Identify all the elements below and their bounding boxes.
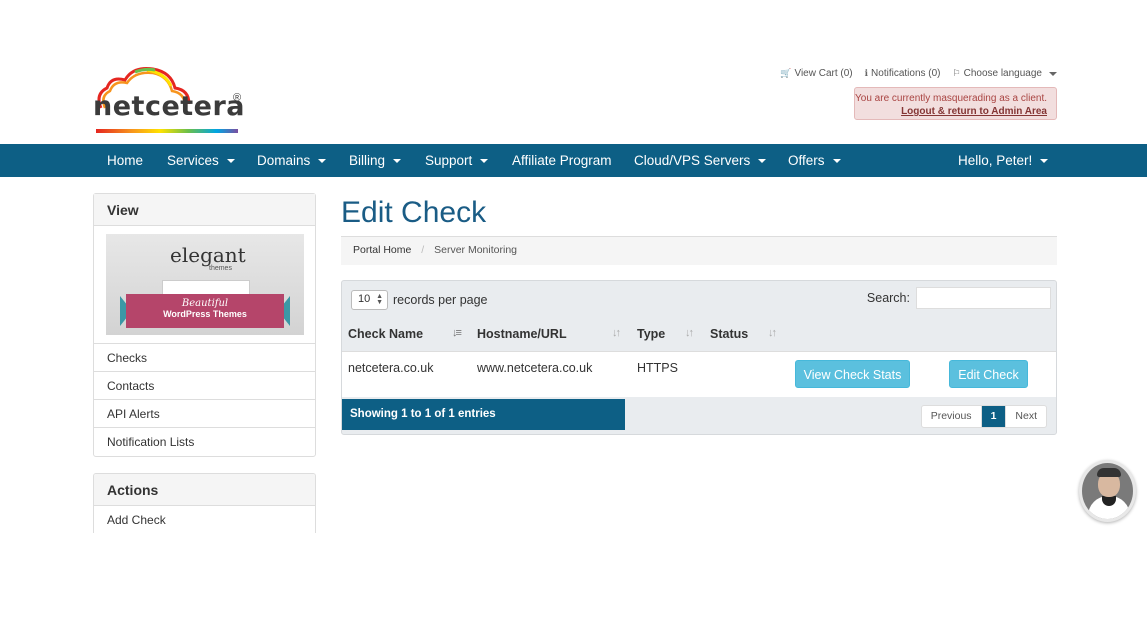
nav-domains-label: Domains xyxy=(257,153,311,168)
edit-check-button[interactable]: Edit Check xyxy=(949,360,1028,388)
top-links: 🛒 View Cart (0) ℹ Notifications (0) ⚐ Ch… xyxy=(780,68,1057,79)
pagination-page-1[interactable]: 1 xyxy=(980,406,1006,427)
banner-line1: Beautiful xyxy=(181,298,229,309)
logout-admin-link[interactable]: Logout & return to Admin Area xyxy=(901,106,1047,117)
chevron-down-icon xyxy=(758,159,767,164)
main-navbar: Home Services Domains Billing Support Af… xyxy=(0,144,1147,177)
pagination: Previous 1 Next xyxy=(920,405,1047,428)
chevron-down-icon xyxy=(226,159,235,164)
actions-panel: Actions Add Check xyxy=(93,473,316,533)
sidebar-item-checks[interactable]: Checks xyxy=(94,344,315,372)
nav-home-label: Home xyxy=(107,153,144,168)
nav-services[interactable]: Services xyxy=(167,144,235,177)
logo-text: netcetera xyxy=(93,91,246,122)
sort-icon[interactable]: ↓↑ xyxy=(768,327,777,339)
choose-language-dropdown[interactable]: ⚐ Choose language xyxy=(953,68,1057,79)
updown-arrows-icon: ▲ ▼ xyxy=(376,293,383,306)
nav-offers[interactable]: Offers xyxy=(788,144,841,177)
nav-offers-label: Offers xyxy=(788,153,825,168)
masquerade-message: You are currently masquerading as a clie… xyxy=(855,93,1047,104)
pagination-previous[interactable]: Previous xyxy=(922,406,981,427)
nav-cloud-vps-servers[interactable]: Cloud/VPS Servers xyxy=(634,144,767,177)
logo-underline-gradient xyxy=(96,129,238,133)
table-search: Search: xyxy=(867,287,1051,309)
avatar-hair xyxy=(1097,468,1121,477)
nav-affiliate-program[interactable]: Affiliate Program xyxy=(512,144,612,177)
records-per-page: 10 ▲ ▼ records per page xyxy=(351,290,488,310)
sort-asc-icon[interactable]: ↓≡ xyxy=(452,327,462,339)
view-cart-link[interactable]: 🛒 View Cart (0) xyxy=(780,68,852,79)
view-panel: View elegant themes Beautiful WordPress … xyxy=(93,193,316,457)
page-title: Edit Check xyxy=(341,196,487,229)
chevron-down-icon xyxy=(318,159,327,164)
column-header-type[interactable]: Type xyxy=(637,327,665,341)
sidebar-item-notification-lists[interactable]: Notification Lists xyxy=(94,428,315,456)
nav-user-menu[interactable]: Hello, Peter! xyxy=(958,144,1049,177)
sidebar-item-api-alerts[interactable]: API Alerts xyxy=(94,400,315,428)
sort-icon[interactable]: ↓↑ xyxy=(612,327,621,339)
view-cart-label: View Cart (0) xyxy=(794,68,853,79)
nav-affiliate-label: Affiliate Program xyxy=(512,153,612,168)
notifications-link[interactable]: ℹ Notifications (0) xyxy=(865,68,941,79)
pagination-next[interactable]: Next xyxy=(1005,406,1046,427)
cell-hostname: www.netcetera.co.uk xyxy=(477,361,593,375)
chevron-down-icon xyxy=(1040,159,1049,164)
breadcrumb-portal-home[interactable]: Portal Home xyxy=(353,244,411,256)
nav-user-label: Hello, Peter! xyxy=(958,153,1033,168)
sidebar-item-add-check[interactable]: Add Check xyxy=(94,506,315,533)
search-input[interactable] xyxy=(916,287,1051,309)
table-row: netcetera.co.uk www.netcetera.co.uk HTTP… xyxy=(342,351,1056,397)
chevron-down-icon xyxy=(480,159,489,164)
records-per-page-label: records per page xyxy=(393,293,488,307)
banner-brand: elegant xyxy=(170,243,246,267)
nav-support[interactable]: Support xyxy=(425,144,489,177)
breadcrumb: Portal Home / Server Monitoring xyxy=(341,237,1057,265)
actions-panel-title: Actions xyxy=(94,474,315,506)
column-header-hostname[interactable]: Hostname/URL xyxy=(477,327,567,341)
chevron-down-icon xyxy=(1049,71,1057,76)
nav-support-label: Support xyxy=(425,153,473,168)
cell-type: HTTPS xyxy=(637,361,678,375)
search-label: Search: xyxy=(866,291,910,305)
info-icon: ℹ xyxy=(864,68,869,78)
cart-icon: 🛒 xyxy=(780,68,792,78)
live-chat-avatar-button[interactable] xyxy=(1079,460,1136,522)
notifications-label: Notifications (0) xyxy=(871,68,941,79)
nav-home[interactable]: Home xyxy=(107,144,143,177)
sidebar-item-contacts[interactable]: Contacts xyxy=(94,372,315,400)
nav-domains[interactable]: Domains xyxy=(257,144,327,177)
records-per-page-select[interactable]: 10 ▲ ▼ xyxy=(351,290,388,310)
column-header-status[interactable]: Status xyxy=(710,327,748,341)
banner-line2: WordPress Themes xyxy=(163,309,247,319)
column-header-check-name[interactable]: Check Name xyxy=(348,327,423,341)
breadcrumb-server-monitoring: Server Monitoring xyxy=(434,244,517,256)
nav-billing-label: Billing xyxy=(349,153,386,168)
records-per-page-value: 10 xyxy=(358,293,371,305)
masquerade-alert: You are currently masquerading as a clie… xyxy=(854,87,1057,120)
nav-billing[interactable]: Billing xyxy=(349,144,402,177)
nav-cloud-label: Cloud/VPS Servers xyxy=(634,153,751,168)
banner-sub: themes xyxy=(209,265,232,272)
choose-language-label: Choose language xyxy=(963,68,1042,79)
ad-banner-container: elegant themes Beautiful WordPress Theme… xyxy=(94,226,315,344)
checks-table-panel: 10 ▲ ▼ records per page Search: Check Nam… xyxy=(341,280,1057,435)
table-info: Showing 1 to 1 of 1 entries xyxy=(342,399,625,430)
chevron-down-icon xyxy=(393,159,402,164)
registered-mark: ® xyxy=(233,92,242,104)
elegant-themes-banner[interactable]: elegant themes Beautiful WordPress Theme… xyxy=(106,234,304,335)
view-panel-title: View xyxy=(94,194,315,226)
netcetera-logo[interactable]: netcetera ® xyxy=(93,66,248,136)
sort-icon[interactable]: ↓↑ xyxy=(685,327,694,339)
breadcrumb-separator: / xyxy=(421,244,425,256)
banner-ribbon: Beautiful WordPress Themes xyxy=(126,294,284,328)
language-icon: ⚐ xyxy=(952,68,961,78)
chevron-down-icon xyxy=(832,159,841,164)
cell-check-name: netcetera.co.uk xyxy=(348,361,434,375)
nav-services-label: Services xyxy=(167,153,219,168)
view-check-stats-button[interactable]: View Check Stats xyxy=(795,360,910,388)
